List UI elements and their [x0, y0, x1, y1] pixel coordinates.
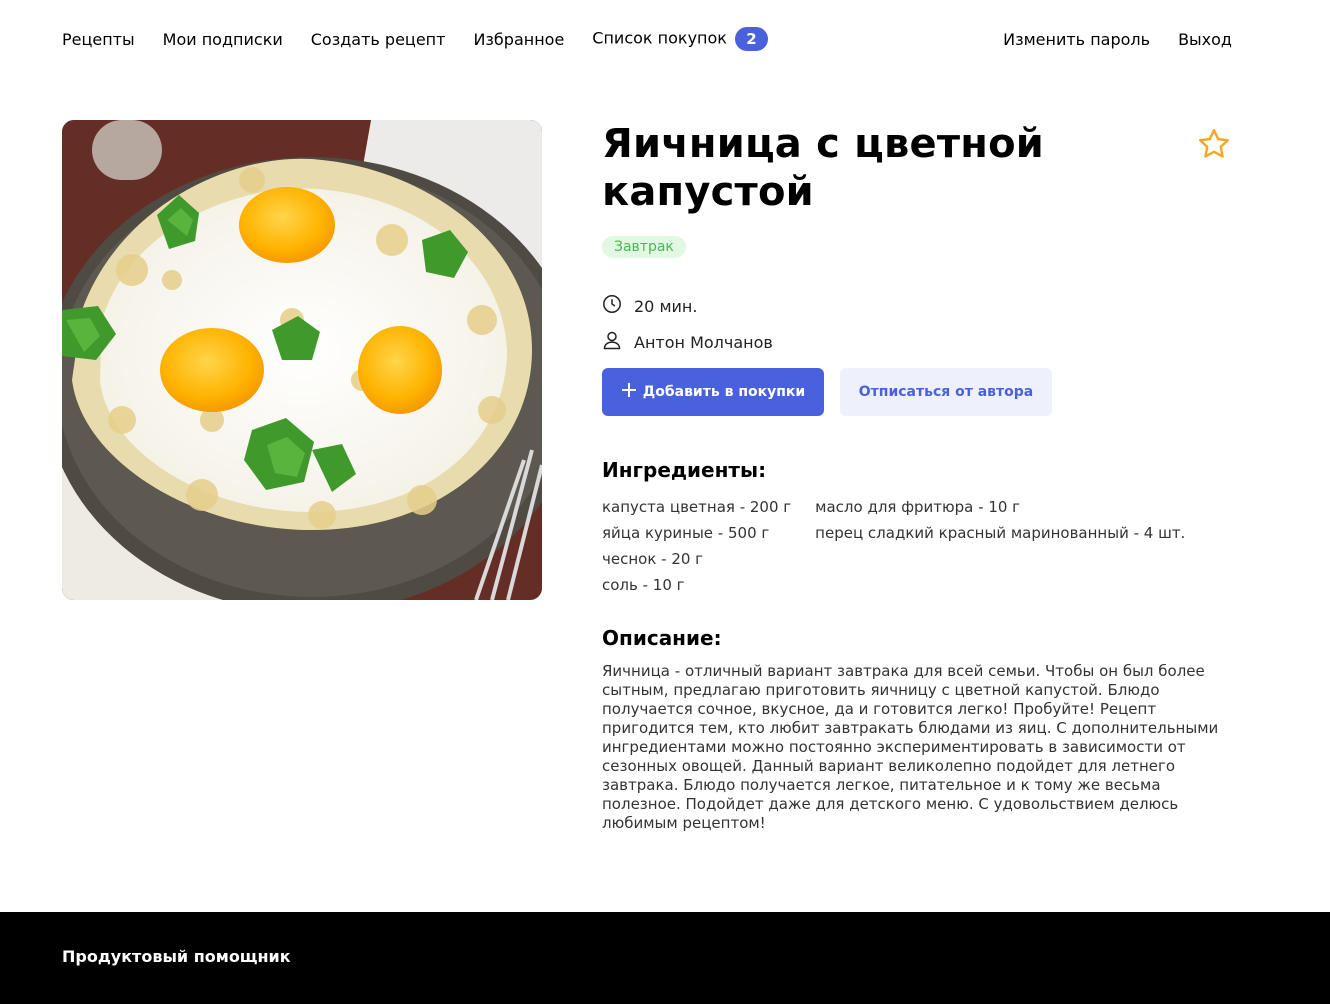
recipe-title: Яичница с цветной капустой [602, 121, 1044, 215]
ingredients-title: Ингредиенты: [602, 458, 767, 482]
ingredient-item: чеснок - 20 г [602, 550, 704, 568]
action-buttons: Добавить в покупки Отписаться от автора [602, 368, 1232, 416]
shopping-count-badge: 2 [734, 27, 768, 51]
nav-recipes-link[interactable]: Рецепты [62, 30, 135, 49]
user-icon [602, 330, 622, 354]
ingredient-item: перец сладкий красный маринованный - 4 ш… [815, 524, 1186, 542]
recipe-tag: Завтрак [602, 236, 686, 258]
nav-shopping-list-link[interactable]: Список покупок 2 [592, 27, 768, 51]
add-to-shopping-list-label: Добавить в покупки [642, 384, 806, 400]
unsubscribe-author-button[interactable]: Отписаться от автора [840, 368, 1052, 416]
ingredient-item: масло для фритюра - 10 г [815, 498, 1021, 516]
cook-time-value: 20 мин. [634, 296, 698, 316]
logout-link[interactable]: Выход [1178, 30, 1232, 49]
author-info: Антон Молчанов [602, 330, 1232, 354]
ingredients-column-2: масло для фритюра - 10 г перец сладкий к… [815, 494, 1185, 598]
ingredient-item: капуста цветная - 200 г [602, 498, 792, 516]
clock-icon [602, 294, 622, 318]
nav-left: Рецепты Мои подписки Создать рецепт Избр… [62, 27, 768, 51]
plus-icon [621, 382, 637, 402]
footer: Продуктовый помощник [0, 912, 1330, 1004]
shopping-list-label: Список покупок [592, 28, 727, 48]
recipe-photo-illustration [62, 120, 542, 600]
nav-favorites-link[interactable]: Избранное [473, 30, 564, 49]
change-password-link[interactable]: Изменить пароль [1003, 30, 1150, 49]
nav-right: Изменить пароль Выход [1003, 30, 1232, 49]
author-name: Антон Молчанов [634, 332, 773, 352]
star-icon[interactable] [1196, 126, 1232, 162]
nav-subscriptions-link[interactable]: Мои подписки [163, 30, 283, 49]
footer-brand: Продуктовый помощник [62, 947, 291, 966]
nav-create-recipe-link[interactable]: Создать рецепт [311, 30, 446, 49]
top-navigation: Рецепты Мои подписки Создать рецепт Избр… [62, 24, 1232, 54]
ingredients-list: капуста цветная - 200 г яйца куриные - 5… [602, 494, 1232, 598]
ingredient-item: соль - 10 г [602, 576, 685, 594]
recipe-description: Яичница - отличный вариант завтрака для … [602, 662, 1219, 832]
recipe-image [62, 120, 542, 600]
cook-time: 20 мин. [602, 294, 1232, 318]
description-title: Описание: [602, 626, 722, 650]
add-to-shopping-list-button[interactable]: Добавить в покупки [602, 368, 824, 416]
ingredient-item: яйца куриные - 500 г [602, 524, 770, 542]
ingredients-column-1: капуста цветная - 200 г яйца куриные - 5… [602, 494, 791, 598]
recipe-details: Яичница с цветной капустой Завтрак 20 ми… [602, 120, 1232, 833]
